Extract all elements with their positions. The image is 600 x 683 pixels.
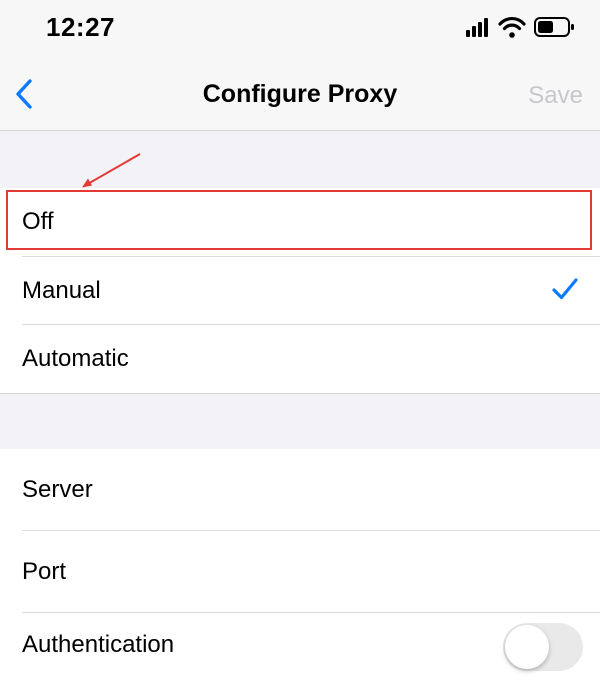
checkmark-icon [552, 278, 578, 300]
proxy-mode-automatic[interactable]: Automatic [0, 325, 600, 392]
port-label: Port [22, 557, 67, 585]
save-button[interactable]: Save [528, 82, 583, 110]
proxy-mode-automatic-label: Automatic [22, 344, 129, 372]
server-label: Server [22, 475, 93, 503]
server-field[interactable]: Server [0, 449, 600, 530]
battery-icon [534, 17, 574, 37]
annotation-arrow-icon [82, 153, 141, 188]
proxy-mode-manual[interactable]: Manual [0, 257, 600, 324]
authentication-toggle[interactable] [503, 623, 583, 671]
toggle-knob [505, 625, 549, 669]
proxy-mode-off[interactable]: Off [0, 188, 600, 256]
status-icons [466, 14, 578, 40]
authentication-row: Authentication [0, 613, 600, 683]
wifi-icon [498, 17, 526, 38]
proxy-mode-off-label: Off [22, 208, 54, 235]
authentication-label: Authentication [22, 631, 175, 658]
navigation-bar: Configure Proxy Save [0, 58, 600, 131]
status-time: 12:27 [46, 12, 115, 42]
port-field[interactable]: Port [0, 531, 600, 612]
proxy-mode-manual-label: Manual [22, 276, 101, 304]
section-spacer [0, 393, 600, 450]
status-bar: 12:27 [0, 0, 600, 58]
page-title: Configure Proxy [202, 80, 398, 108]
cellular-signal-icon [466, 18, 488, 37]
